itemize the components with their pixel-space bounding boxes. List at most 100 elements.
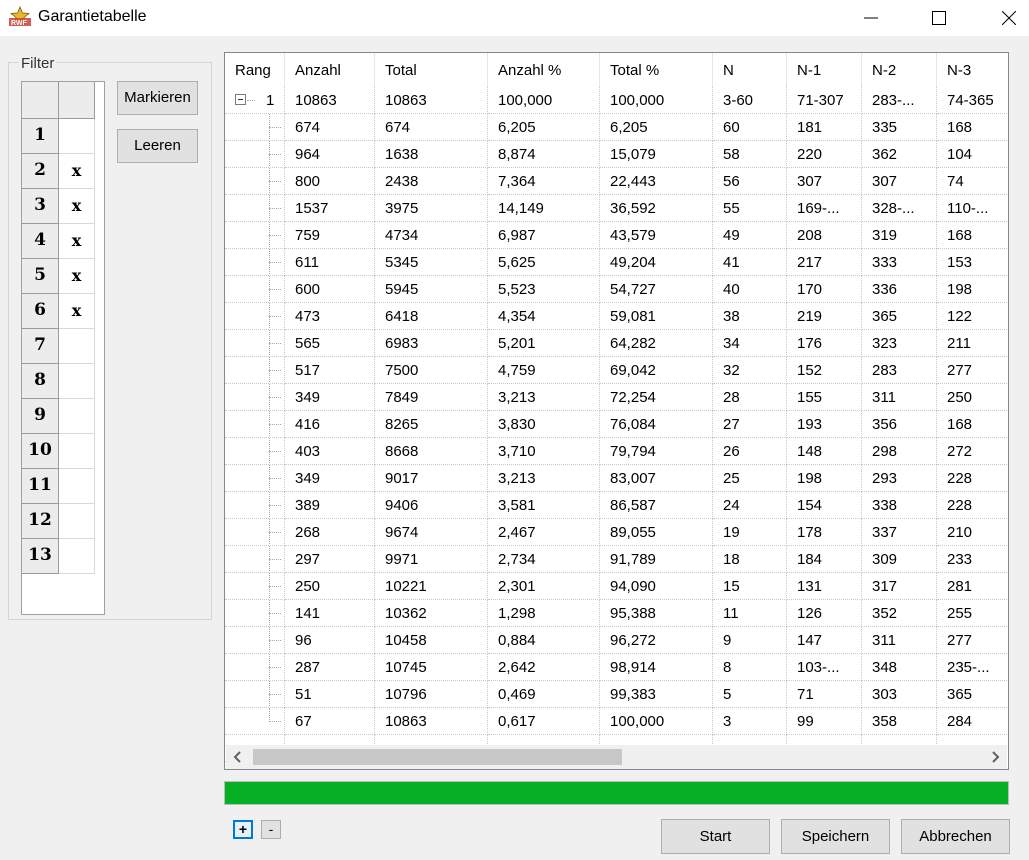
filter-row-number[interactable]: 4	[22, 224, 59, 259]
scroll-thumb[interactable]	[253, 749, 622, 765]
minimize-button[interactable]	[848, 0, 894, 36]
filter-row-mark[interactable]: x	[59, 294, 95, 329]
scroll-right-button[interactable]	[983, 745, 1007, 769]
table-cell: 59,081	[600, 303, 713, 330]
filter-row-number[interactable]: 9	[22, 399, 59, 434]
table-row[interactable]: 67 10863 0,617 100,000 3 99 358 284	[225, 708, 1008, 735]
filter-row-mark[interactable]	[59, 469, 95, 504]
column-header[interactable]: Rang	[225, 53, 285, 87]
collapse-all-button[interactable]: -	[261, 820, 281, 839]
column-header[interactable]: N-1	[787, 53, 862, 87]
table-cell: 4,354	[488, 303, 600, 330]
filter-row-mark[interactable]	[59, 504, 95, 539]
filter-row-mark[interactable]: x	[59, 154, 95, 189]
filter-row-number[interactable]: 7	[22, 329, 59, 364]
table-cell: 311	[862, 627, 937, 654]
table-row[interactable]: 600 5945 5,523 54,727 40 170 336 198	[225, 276, 1008, 303]
filter-row-number[interactable]: 10	[22, 434, 59, 469]
table-root-row[interactable]: 1 10863 10863 100,000 100,000 3-60 71-307 283-.…	[225, 87, 1008, 114]
table-row[interactable]: 141 10362 1,298 95,388 11 126 352 255	[225, 600, 1008, 627]
filter-row-mark[interactable]: x	[59, 259, 95, 294]
table-cell: 11	[713, 600, 787, 627]
column-header[interactable]: N	[713, 53, 787, 87]
table-row[interactable]: 268 9674 2,467 89,055 19 178 337 210	[225, 519, 1008, 546]
table-row[interactable]: 416 8265 3,830 76,084 27 193 356 168	[225, 411, 1008, 438]
table-cell: 8265	[375, 411, 488, 438]
table-cell: 86,587	[600, 492, 713, 519]
filter-row-mark[interactable]	[59, 539, 95, 574]
table-row[interactable]: 250 10221 2,301 94,090 15 131 317 281	[225, 573, 1008, 600]
filter-row-mark[interactable]	[59, 329, 95, 364]
table-row[interactable]: 611 5345 5,625 49,204 41 217 333 153	[225, 249, 1008, 276]
filter-row-mark[interactable]	[59, 364, 95, 399]
table-cell: 674	[285, 114, 375, 141]
start-button[interactable]: Start	[661, 819, 770, 854]
close-button[interactable]	[986, 0, 1029, 36]
horizontal-scrollbar[interactable]	[226, 745, 1007, 769]
column-header[interactable]: Anzahl	[285, 53, 375, 87]
table-cell: 5,625	[488, 249, 600, 276]
table-row[interactable]: 287 10745 2,642 98,914 8 103-... 348 235-...	[225, 654, 1008, 681]
table-cell: 255	[937, 600, 1008, 627]
filter-row-number[interactable]: 11	[22, 469, 59, 504]
table-row[interactable]: 96 10458 0,884 96,272 9 147 311 277	[225, 627, 1008, 654]
table-cell: 3,581	[488, 492, 600, 519]
cancel-button[interactable]: Abbrechen	[901, 819, 1010, 854]
table-cell: 283	[862, 357, 937, 384]
rang-cell	[225, 195, 285, 222]
save-button[interactable]: Speichern	[781, 819, 890, 854]
tree-connector	[269, 262, 281, 263]
table-row[interactable]: 964 1638 8,874 15,079 58 220 362 104	[225, 141, 1008, 168]
filter-row-number[interactable]: 12	[22, 504, 59, 539]
filter-grid[interactable]: 1 2 x 3 x 4 x 5 x 6 x 7 8 9 10 11 12 13	[21, 81, 105, 615]
filter-row-number[interactable]: 8	[22, 364, 59, 399]
column-header[interactable]: Anzahl %	[488, 53, 600, 87]
filter-header-num	[22, 82, 59, 119]
filter-row-number[interactable]: 3	[22, 189, 59, 224]
maximize-icon	[932, 11, 946, 25]
filter-row-mark[interactable]	[59, 434, 95, 469]
collapse-node-icon[interactable]	[235, 94, 246, 105]
column-header[interactable]: Total	[375, 53, 488, 87]
filter-legend: Filter	[19, 55, 57, 72]
table-row[interactable]: 1537 3975 14,149 36,592 55 169-... 328-... 110-…	[225, 195, 1008, 222]
scroll-left-button[interactable]	[226, 745, 250, 769]
table-row[interactable]: 800 2438 7,364 22,443 56 307 307 74	[225, 168, 1008, 195]
table-row[interactable]: 759 4734 6,987 43,579 49 208 319 168	[225, 222, 1008, 249]
table-cell: 15	[713, 573, 787, 600]
filter-row-number[interactable]: 1	[22, 119, 59, 154]
filter-row-mark[interactable]: x	[59, 224, 95, 259]
table-cell: 9971	[375, 546, 488, 573]
expand-all-button[interactable]: +	[233, 820, 253, 839]
table-row[interactable]: 403 8668 3,710 79,794 26 148 298 272	[225, 438, 1008, 465]
column-header[interactable]: N-2	[862, 53, 937, 87]
filter-row-number[interactable]: 6	[22, 294, 59, 329]
table-row[interactable]: 473 6418 4,354 59,081 38 219 365 122	[225, 303, 1008, 330]
table-row[interactable]: 51 10796 0,469 99,383 5 71 303 365	[225, 681, 1008, 708]
table-cell: 287	[285, 654, 375, 681]
filter-row-mark[interactable]	[59, 399, 95, 434]
mark-button[interactable]: Markieren	[117, 81, 198, 115]
table-row[interactable]: 674 674 6,205 6,205 60 181 335 168	[225, 114, 1008, 141]
clear-button[interactable]: Leeren	[117, 129, 198, 163]
filter-row-number[interactable]: 5	[22, 259, 59, 294]
column-header[interactable]: N-3	[937, 53, 1008, 87]
table-row[interactable]: 517 7500 4,759 69,042 32 152 283 277	[225, 357, 1008, 384]
filter-row-mark[interactable]	[59, 119, 95, 154]
table-cell: 67	[285, 708, 375, 735]
maximize-button[interactable]	[916, 0, 962, 36]
table-row[interactable]: 349 7849 3,213 72,254 28 155 311 250	[225, 384, 1008, 411]
table-cell: 7849	[375, 384, 488, 411]
table-cell: 19	[713, 519, 787, 546]
filter-row-mark[interactable]: x	[59, 189, 95, 224]
guarantee-table[interactable]: Rang Anzahl Total Anzahl % Total % N N-1 N-2 N-3…	[224, 52, 1009, 770]
table-cell: 8668	[375, 438, 488, 465]
table-row[interactable]: 349 9017 3,213 83,007 25 198 293 228	[225, 465, 1008, 492]
tree-connector	[269, 235, 281, 236]
table-row[interactable]: 297 9971 2,734 91,789 18 184 309 233	[225, 546, 1008, 573]
table-row[interactable]: 389 9406 3,581 86,587 24 154 338 228	[225, 492, 1008, 519]
table-row[interactable]: 565 6983 5,201 64,282 34 176 323 211	[225, 330, 1008, 357]
column-header[interactable]: Total %	[600, 53, 713, 87]
filter-row-number[interactable]: 2	[22, 154, 59, 189]
filter-row-number[interactable]: 13	[22, 539, 59, 574]
